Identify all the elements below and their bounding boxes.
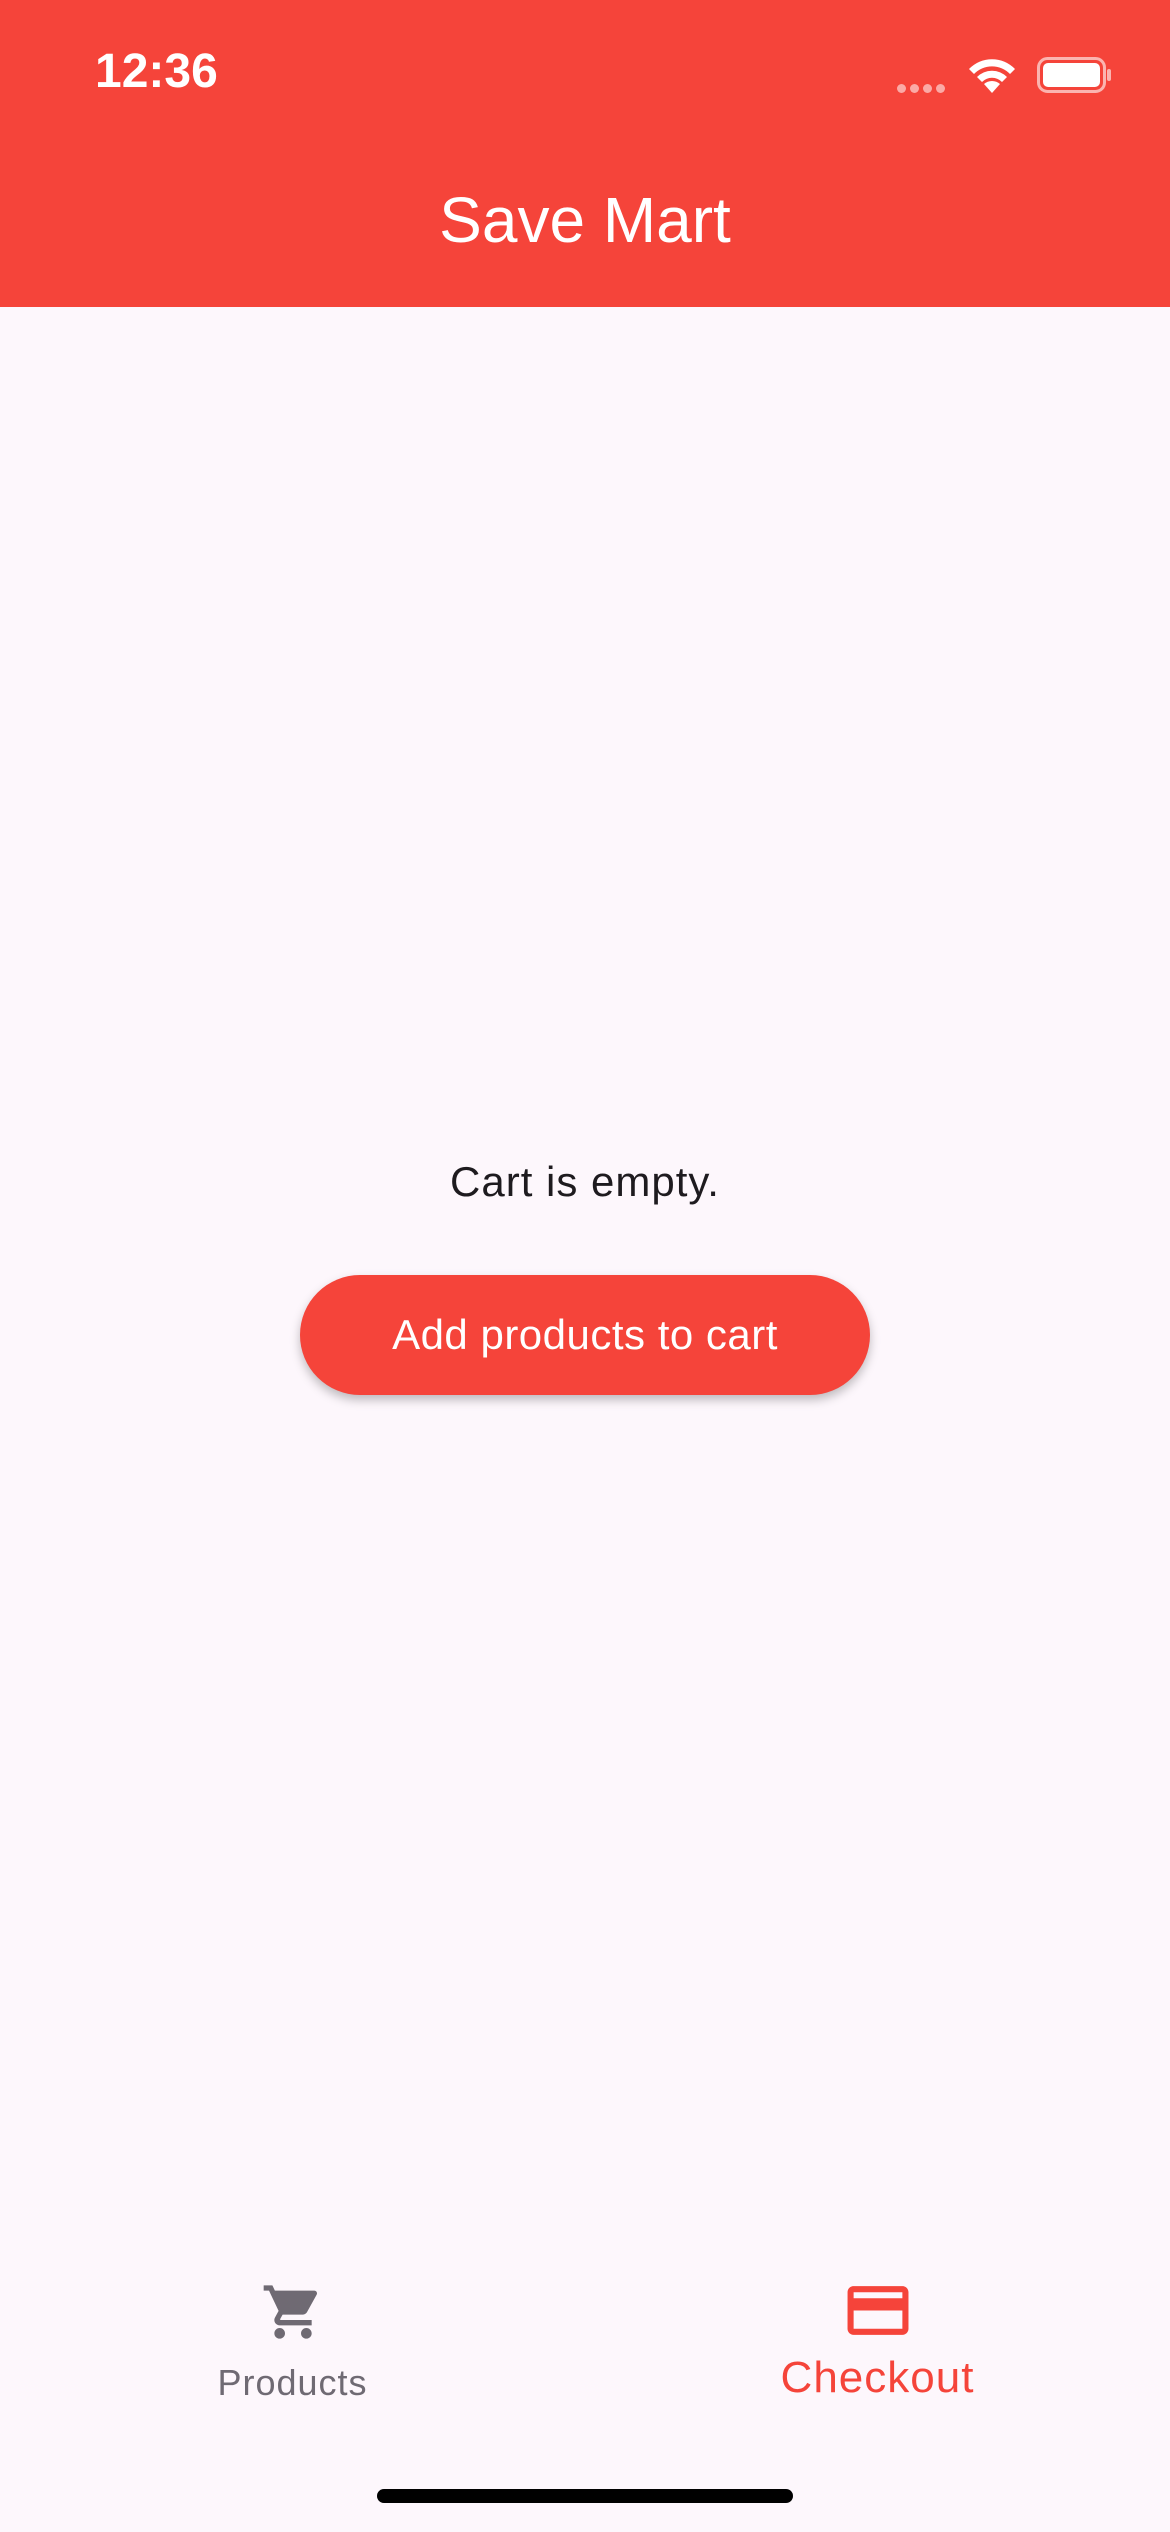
wifi-icon	[969, 59, 1015, 93]
home-indicator[interactable]	[377, 2489, 793, 2503]
app-bar: 12:36 Save Mart	[0, 0, 1170, 307]
page-title: Save Mart	[439, 184, 731, 256]
nav-item-checkout[interactable]: Checkout	[585, 2240, 1170, 2440]
status-icons	[897, 55, 1113, 95]
cellular-signal-icon	[897, 80, 951, 93]
nav-item-products[interactable]: Products	[0, 2240, 585, 2440]
empty-cart-message: Cart is empty.	[450, 1158, 720, 1205]
status-time: 12:36	[95, 45, 218, 98]
battery-icon	[1037, 57, 1111, 93]
add-products-button[interactable]: Add products to cart	[300, 1275, 870, 1395]
credit-card-icon	[847, 2286, 908, 2335]
shopping-cart-icon	[263, 2285, 317, 2339]
nav-label-products: Products	[217, 2362, 368, 2403]
nav-label-checkout: Checkout	[780, 2353, 975, 2402]
bottom-navigation: Products Checkout	[0, 2240, 1170, 2440]
